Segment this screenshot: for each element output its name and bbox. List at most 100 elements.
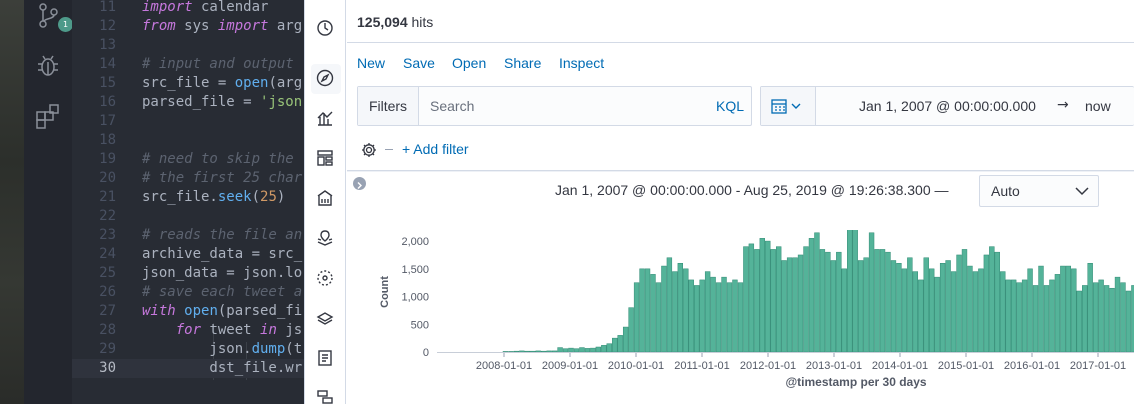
- code-line[interactable]: 18: [72, 131, 304, 150]
- histogram-bar: [1087, 263, 1093, 353]
- line-number: 15: [99, 75, 116, 91]
- code-line[interactable]: 13: [72, 36, 304, 55]
- code-line[interactable]: 16 parsed_file = 'json: [72, 93, 304, 112]
- histogram-bar: [967, 265, 973, 353]
- maps-icon[interactable]: [315, 228, 335, 248]
- code-line[interactable]: 26 # save each tweet a: [72, 283, 304, 302]
- histogram-bar: [562, 348, 569, 353]
- histogram-bar: [1060, 265, 1066, 353]
- histogram-bar: [633, 282, 640, 353]
- code-line[interactable]: 21 src_file.seek(25): [72, 188, 304, 207]
- x-tick-label: 2016-01-01: [1004, 360, 1060, 372]
- debug-icon[interactable]: [34, 52, 62, 80]
- interval-value: Auto: [991, 183, 1020, 199]
- histogram-bar: [1071, 268, 1077, 353]
- canvas-icon[interactable]: [315, 188, 335, 208]
- code-line[interactable]: 14 # input and output: [72, 55, 304, 74]
- apm-icon[interactable]: [315, 388, 335, 404]
- line-number: 16: [99, 94, 116, 110]
- histogram-bar: [508, 351, 514, 353]
- histogram-bar: [759, 238, 765, 353]
- visualize-icon[interactable]: [315, 108, 335, 128]
- histogram-bar: [786, 257, 793, 353]
- histogram-bar: [989, 246, 995, 353]
- code-text: for tweet in js: [175, 322, 303, 338]
- extensions-icon[interactable]: [34, 102, 62, 130]
- x-tick-label: 2014-01-01: [872, 360, 928, 372]
- code-line[interactable]: 17: [72, 112, 304, 131]
- code-line[interactable]: 20 # the first 25 char: [72, 169, 304, 188]
- filters-label[interactable]: Filters: [358, 87, 419, 125]
- histogram-bar: [502, 351, 509, 353]
- interval-select[interactable]: Auto: [979, 175, 1099, 207]
- line-number: 21: [99, 189, 116, 205]
- kql-button[interactable]: KQL: [716, 98, 744, 114]
- date-start[interactable]: Jan 1, 2007 @ 00:00:00.000: [859, 98, 1036, 114]
- histogram-bar: [770, 249, 776, 353]
- dashboard-icon[interactable]: [315, 148, 335, 168]
- x-tick-label: 2015-01-01: [938, 360, 994, 372]
- collapse-sidebar-icon[interactable]: [353, 177, 366, 190]
- histogram-bar: [1065, 265, 1072, 353]
- new-button[interactable]: New: [357, 55, 385, 71]
- code-line[interactable]: 24 archive_data = src_: [72, 245, 304, 264]
- source-control-icon[interactable]: 1: [34, 2, 73, 32]
- open-button[interactable]: Open: [452, 55, 486, 71]
- recently-viewed-icon[interactable]: [315, 18, 335, 38]
- code-line[interactable]: 12 from sys import arg: [72, 17, 304, 36]
- histogram-bar: [513, 350, 520, 353]
- histogram-bar: [961, 249, 968, 353]
- desktop-background: [0, 0, 24, 404]
- line-number: 20: [99, 170, 116, 186]
- code-text: import calendar: [142, 0, 269, 15]
- query-bar: Filters KQL: [357, 86, 752, 126]
- code-line[interactable]: 11 import calendar: [72, 0, 304, 17]
- histogram-bar: [546, 350, 552, 353]
- date-end[interactable]: now: [1085, 98, 1111, 114]
- kibana-discover: 125,094 hits New Save Open Share Inspect…: [347, 0, 1134, 404]
- histogram-bar: [524, 350, 530, 353]
- save-button[interactable]: Save: [403, 55, 435, 71]
- code-line[interactable]: 19 # need to skip the: [72, 150, 304, 169]
- histogram-bar: [1027, 268, 1033, 353]
- logs-icon[interactable]: [315, 348, 335, 368]
- code-line[interactable]: 28 for tweet in js: [72, 321, 304, 340]
- code-line[interactable]: 25 json_data = json.lo: [72, 264, 304, 283]
- share-button[interactable]: Share: [504, 55, 541, 71]
- histogram-bar: [934, 276, 940, 353]
- histogram-bar: [776, 246, 782, 353]
- line-number: 17: [99, 113, 116, 129]
- chevron-down-icon: [1075, 187, 1089, 196]
- histogram-bar: [535, 350, 541, 353]
- line-number: 12: [99, 18, 116, 34]
- code-text: # need to skip the: [142, 151, 294, 167]
- histogram-bar: [551, 350, 558, 353]
- line-number: 26: [99, 284, 116, 300]
- code-line[interactable]: 27 with open(parsed_fi: [72, 302, 304, 321]
- infrastructure-icon[interactable]: [315, 308, 335, 328]
- inspect-button[interactable]: Inspect: [559, 55, 604, 71]
- line-number: 11: [99, 0, 116, 15]
- code-editor[interactable]: 11 import calendar 12 from sys import arg 13…: [72, 0, 304, 404]
- histogram-bar: [1125, 290, 1132, 353]
- ml-icon[interactable]: [315, 268, 335, 288]
- code-line[interactable]: 15 src_file = open(arg: [72, 74, 304, 93]
- histogram-bar: [912, 271, 919, 353]
- histogram-bar: [579, 347, 585, 353]
- search-input[interactable]: [420, 88, 700, 124]
- x-tick-label: 2017-01-01: [1070, 360, 1126, 372]
- add-filter-button[interactable]: + Add filter: [402, 141, 469, 157]
- histogram-bar: [857, 260, 864, 353]
- code-line[interactable]: 30 dst_file.wr: [72, 359, 304, 378]
- histogram-bar: [748, 243, 755, 353]
- discover-icon[interactable]: [315, 68, 335, 88]
- calendar-icon: [771, 99, 801, 114]
- quick-date-button[interactable]: [761, 87, 816, 125]
- code-text: # the first 25 char: [142, 170, 303, 186]
- code-line[interactable]: 22: [72, 207, 304, 226]
- code-line[interactable]: 29 json.dump(t: [72, 340, 304, 359]
- histogram-bar: [519, 350, 525, 353]
- filter-options-gear-icon[interactable]: [359, 140, 379, 160]
- histogram-bar: [688, 279, 694, 353]
- code-line[interactable]: 23 # reads the file an: [72, 226, 304, 245]
